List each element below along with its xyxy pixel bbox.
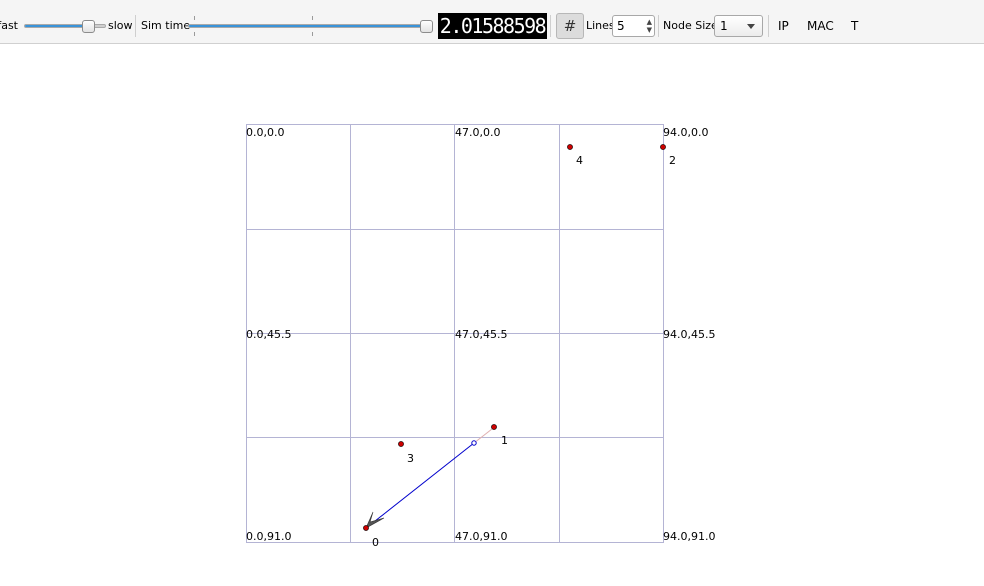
grid-label-top-left: 0.0,0.0 <box>246 126 284 139</box>
grid-label-bot-mid: 47.0,91.0 <box>455 530 507 543</box>
grid-label-mid-mid: 47.0,45.5 <box>455 328 507 341</box>
grid-label-bot-right: 94.0,91.0 <box>663 530 715 543</box>
node-marker[interactable] <box>567 144 573 150</box>
node[interactable]: 1 <box>491 424 508 447</box>
node-label: 0 <box>372 536 379 549</box>
grid-corner-labels: 0.0,0.0 47.0,0.0 94.0,0.0 0.0,45.5 47.0,… <box>246 126 715 543</box>
node-label: 4 <box>576 154 583 167</box>
packet-arrowhead-icon <box>365 511 385 529</box>
node-marker[interactable] <box>398 441 404 447</box>
packet-line <box>369 442 475 526</box>
grid-label-top-mid: 47.0,0.0 <box>455 126 500 139</box>
simulation-canvas: 0.0,0.0 47.0,0.0 94.0,0.0 0.0,45.5 47.0,… <box>246 124 715 549</box>
grid-label-top-right: 94.0,0.0 <box>663 126 708 139</box>
grid-label-mid-left: 0.0,45.5 <box>246 328 291 341</box>
packet-transmission <box>365 428 493 529</box>
node-marker[interactable] <box>491 424 497 430</box>
packet-line-tail <box>473 428 493 444</box>
node[interactable]: 0 <box>363 525 379 549</box>
node-marker[interactable] <box>660 144 666 150</box>
grid-label-bot-left: 0.0,91.0 <box>246 530 291 543</box>
node[interactable]: 3 <box>398 441 414 465</box>
node[interactable]: 2 <box>660 144 676 167</box>
node-label: 3 <box>407 452 414 465</box>
node-label: 1 <box>501 434 508 447</box>
packet-origin-marker <box>471 440 477 446</box>
node[interactable]: 4 <box>567 144 583 167</box>
node-label: 2 <box>669 154 676 167</box>
node-marker[interactable] <box>363 525 369 531</box>
grid-label-mid-right: 94.0,45.5 <box>663 328 715 341</box>
